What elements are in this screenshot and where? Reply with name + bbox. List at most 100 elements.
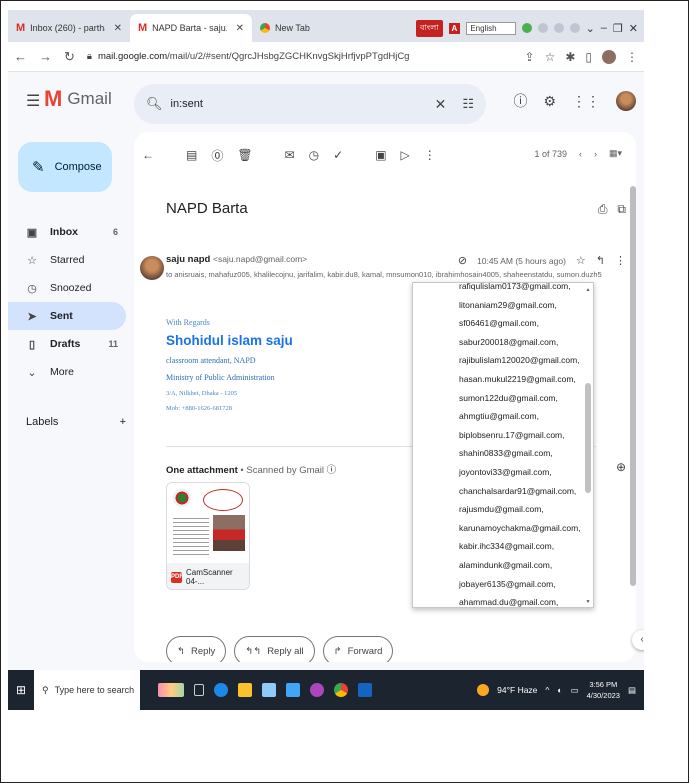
move-to-icon[interactable]: ▣ bbox=[375, 148, 386, 162]
snooze-icon[interactable]: ◷ bbox=[309, 148, 319, 162]
recipient-email[interactable]: joyontovi33@gmail.com, bbox=[459, 463, 589, 482]
reply-button[interactable]: ↰ Reply bbox=[166, 636, 227, 662]
minimize-icon[interactable]: – bbox=[601, 22, 607, 34]
open-new-window-icon[interactable]: ⧉ bbox=[617, 202, 626, 217]
clear-search-icon[interactable]: ✕ bbox=[435, 96, 447, 113]
file-explorer-icon[interactable] bbox=[238, 683, 252, 697]
scroll-up-icon[interactable]: ▲ bbox=[585, 287, 591, 293]
add-task-icon[interactable]: ✓ bbox=[333, 148, 343, 162]
more-icon[interactable]: ⋮ bbox=[615, 254, 626, 267]
taskbar-clock[interactable]: 3:56 PM 4/30/2023 bbox=[587, 679, 620, 701]
recipient-email[interactable]: ahmgtiu@gmail.com, bbox=[459, 407, 589, 426]
calculator-icon[interactable] bbox=[262, 683, 276, 697]
info-icon[interactable]: ⓘ bbox=[327, 465, 337, 476]
recipient-email[interactable]: sumon122du@gmail.com, bbox=[459, 389, 589, 408]
sidebar-item-starred[interactable]: ☆ Starred bbox=[8, 246, 126, 274]
recipient-email[interactable]: jobayer6135@gmail.com, bbox=[459, 575, 589, 594]
network-icon[interactable]: ◐ bbox=[557, 685, 562, 695]
weather-text[interactable]: 94°F Haze bbox=[497, 685, 537, 695]
task-view-icon[interactable] bbox=[194, 684, 204, 696]
tab-inbox[interactable]: M Inbox (260) - partha.fin05@gmai ✕ bbox=[8, 14, 130, 42]
scroll-down-icon[interactable]: ▼ bbox=[585, 599, 591, 605]
sidebar-item-drafts[interactable]: ▯ Drafts 11 bbox=[8, 330, 126, 358]
side-panel-icon[interactable]: ▯ bbox=[585, 50, 592, 64]
edge-icon[interactable] bbox=[214, 683, 228, 697]
add-label-icon[interactable]: + bbox=[120, 416, 126, 428]
notifications-icon[interactable]: ▤ bbox=[628, 685, 636, 696]
sidebar-item-sent[interactable]: ➤ Sent bbox=[8, 302, 126, 330]
bookmark-star-icon[interactable]: ☆ bbox=[545, 50, 556, 64]
url-field[interactable]: 🔒︎ mail.google.com/mail/u/2/#sent/QgrcJH… bbox=[87, 51, 513, 62]
apps-grid-icon[interactable]: ⋮⋮ bbox=[572, 93, 600, 110]
hamburger-menu-icon[interactable]: ☰ bbox=[26, 91, 40, 111]
help-icon[interactable]: ⓘ bbox=[513, 91, 527, 111]
bangla-badge[interactable]: বাংলা bbox=[416, 19, 443, 37]
share-icon[interactable]: ⇪ bbox=[525, 50, 535, 64]
recipients-line[interactable]: to anisruais, mahafuz005, khalilecojnu, … bbox=[166, 270, 602, 279]
extension-icon[interactable] bbox=[537, 23, 548, 33]
recipient-email[interactable]: sf06461@gmail.com, bbox=[459, 314, 589, 333]
store-icon[interactable] bbox=[286, 683, 300, 697]
delete-icon[interactable]: 🗑︎ bbox=[237, 148, 252, 162]
recipient-email[interactable]: litonaniam29@gmail.com, bbox=[459, 296, 589, 315]
recipient-email[interactable]: rajibulislam120020@gmail.com, bbox=[459, 351, 589, 370]
restore-icon[interactable]: ❐ bbox=[613, 22, 623, 35]
search-input[interactable] bbox=[170, 98, 427, 110]
recipient-email[interactable]: rajusmdu@gmail.com, bbox=[459, 500, 589, 519]
back-arrow-icon[interactable]: ← bbox=[142, 148, 154, 162]
sidebar-item-inbox[interactable]: ▣ Inbox 6 bbox=[8, 218, 126, 246]
compose-button[interactable]: ✎ Compose bbox=[18, 142, 112, 192]
close-icon[interactable]: ✕ bbox=[236, 23, 244, 34]
extensions-icon[interactable]: ✱ bbox=[565, 50, 575, 64]
prev-page-icon[interactable]: ‹ bbox=[579, 149, 582, 159]
back-icon[interactable]: ← bbox=[14, 49, 27, 64]
add-to-drive-icon[interactable]: ⊕ bbox=[616, 460, 626, 474]
recipient-email[interactable]: biplobsenru.17@gmail.com, bbox=[459, 426, 589, 445]
taskbar-search[interactable]: ⚲ Type here to search bbox=[34, 670, 140, 710]
report-spam-icon[interactable]: ⓪ bbox=[211, 147, 223, 164]
tray-expand-icon[interactable]: ^ bbox=[545, 685, 549, 695]
sidebar-item-snoozed[interactable]: ◷ Snoozed bbox=[8, 274, 126, 302]
word-icon[interactable] bbox=[358, 683, 372, 697]
recipient-email[interactable]: rafiqulislam0173@gmail.com, bbox=[459, 283, 589, 296]
recipients-popup[interactable]: rafiqulislam0173@gmail.com, litonaniam29@… bbox=[412, 282, 594, 608]
reload-icon[interactable]: ↻ bbox=[64, 49, 75, 65]
popup-scrollbar[interactable]: ▲ ▼ bbox=[585, 287, 591, 605]
recipient-email[interactable]: karunamoychakma@gmail.com, bbox=[459, 519, 589, 538]
recipient-email[interactable]: ahammad.du@gmail.com, bbox=[459, 593, 589, 607]
next-page-icon[interactable]: › bbox=[594, 149, 597, 159]
gmail-logo[interactable]: M Gmail bbox=[44, 88, 112, 110]
attachment-card[interactable]: PDF CamScanner 04-... bbox=[166, 482, 250, 590]
search-icon[interactable]: 🔍︎ bbox=[146, 96, 163, 112]
search-options-icon[interactable]: ☷ bbox=[462, 96, 474, 112]
more-actions-icon[interactable]: ⋮ bbox=[424, 148, 436, 162]
input-tools-icon[interactable]: ▦▾ bbox=[609, 148, 622, 159]
recipient-email[interactable]: hasan.mukul2219@gmail.com, bbox=[459, 370, 589, 389]
tab-napd-barta[interactable]: M NAPD Barta - saju.napd@gmail.c ✕ bbox=[130, 14, 252, 42]
sender-avatar[interactable] bbox=[140, 256, 164, 280]
sender-name[interactable]: saju napd bbox=[166, 254, 210, 265]
mark-unread-icon[interactable]: ✉ bbox=[285, 148, 295, 162]
popup-scroll-thumb[interactable] bbox=[585, 383, 591, 493]
tab-search-icon[interactable]: ⌄ bbox=[586, 22, 595, 35]
profile-avatar[interactable] bbox=[602, 49, 616, 64]
recipient-email[interactable]: sabur200018@gmail.com, bbox=[459, 333, 589, 352]
archive-icon[interactable]: ▤ bbox=[186, 148, 197, 162]
label-icon[interactable]: ▷ bbox=[401, 148, 410, 162]
extension-icon[interactable] bbox=[569, 23, 580, 33]
close-window-icon[interactable]: ✕ bbox=[629, 22, 638, 35]
language-select[interactable]: English bbox=[466, 21, 516, 35]
extension-icon[interactable] bbox=[521, 23, 532, 33]
kebab-menu-icon[interactable]: ⋮ bbox=[626, 50, 638, 64]
reply-icon[interactable]: ↰ bbox=[596, 254, 605, 267]
app-icon[interactable] bbox=[310, 683, 324, 697]
windows-start-icon[interactable]: ⊞ bbox=[8, 683, 34, 697]
extension-icon[interactable] bbox=[553, 23, 564, 33]
main-scrollbar[interactable] bbox=[630, 186, 636, 586]
drinks-widget-icon[interactable] bbox=[158, 683, 184, 697]
close-icon[interactable]: ✕ bbox=[114, 23, 122, 34]
account-avatar[interactable] bbox=[616, 91, 636, 111]
recipient-email[interactable]: kabir.ihc334@gmail.com, bbox=[459, 537, 589, 556]
sidebar-item-more[interactable]: ⌄ More bbox=[8, 358, 126, 386]
star-icon[interactable]: ☆ bbox=[576, 254, 586, 267]
